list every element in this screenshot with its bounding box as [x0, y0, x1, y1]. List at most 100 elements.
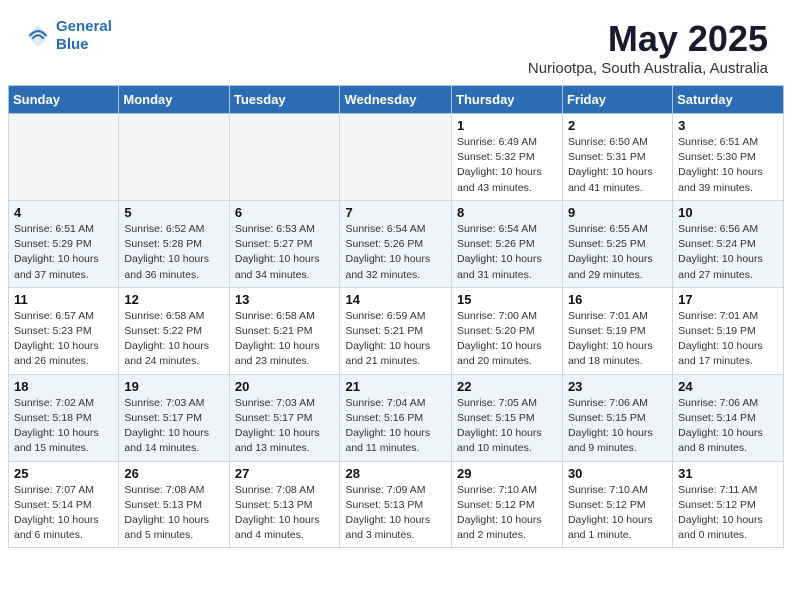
day-number: 17: [678, 292, 778, 307]
day-info: Sunrise: 7:05 AM Sunset: 5:15 PM Dayligh…: [457, 396, 557, 457]
day-info: Sunrise: 6:49 AM Sunset: 5:32 PM Dayligh…: [457, 135, 557, 196]
day-cell: 23 Sunrise: 7:06 AM Sunset: 5:15 PM Dayli…: [562, 374, 672, 461]
col-header-monday: Monday: [119, 86, 229, 114]
day-info: Sunrise: 7:08 AM Sunset: 5:13 PM Dayligh…: [124, 483, 223, 544]
day-info: Sunrise: 6:59 AM Sunset: 5:21 PM Dayligh…: [345, 309, 446, 370]
day-info: Sunrise: 7:06 AM Sunset: 5:14 PM Dayligh…: [678, 396, 778, 457]
day-number: 2: [568, 118, 667, 133]
day-cell: 9 Sunrise: 6:55 AM Sunset: 5:25 PM Daylig…: [562, 200, 672, 287]
week-row-1: 1 Sunrise: 6:49 AM Sunset: 5:32 PM Daylig…: [9, 114, 784, 201]
col-header-friday: Friday: [562, 86, 672, 114]
col-header-wednesday: Wednesday: [340, 86, 452, 114]
day-number: 8: [457, 205, 557, 220]
day-info: Sunrise: 7:01 AM Sunset: 5:19 PM Dayligh…: [678, 309, 778, 370]
day-number: 15: [457, 292, 557, 307]
day-info: Sunrise: 6:52 AM Sunset: 5:28 PM Dayligh…: [124, 222, 223, 283]
day-number: 29: [457, 466, 557, 481]
day-info: Sunrise: 6:55 AM Sunset: 5:25 PM Dayligh…: [568, 222, 667, 283]
day-cell: 22 Sunrise: 7:05 AM Sunset: 5:15 PM Dayli…: [452, 374, 563, 461]
day-info: Sunrise: 7:00 AM Sunset: 5:20 PM Dayligh…: [457, 309, 557, 370]
day-info: Sunrise: 6:53 AM Sunset: 5:27 PM Dayligh…: [235, 222, 335, 283]
day-cell: 7Sunrise: 6:54 AM Sunset: 5:26 PM Daylig…: [340, 200, 452, 287]
day-info: Sunrise: 7:10 AM Sunset: 5:12 PM Dayligh…: [568, 483, 667, 544]
day-cell: 30 Sunrise: 7:10 AM Sunset: 5:12 PM Dayli…: [562, 461, 672, 548]
day-info: Sunrise: 7:08 AM Sunset: 5:13 PM Dayligh…: [235, 483, 335, 544]
day-number: 20: [235, 379, 335, 394]
day-cell: [119, 114, 229, 201]
day-info: Sunrise: 6:58 AM Sunset: 5:22 PM Dayligh…: [124, 309, 223, 370]
col-header-sunday: Sunday: [9, 86, 119, 114]
day-cell: 20 Sunrise: 7:03 AM Sunset: 5:17 PM Dayli…: [229, 374, 340, 461]
day-number: 5: [124, 205, 223, 220]
day-number: 30: [568, 466, 667, 481]
day-info: Sunrise: 6:50 AM Sunset: 5:31 PM Dayligh…: [568, 135, 667, 196]
day-cell: 17 Sunrise: 7:01 AM Sunset: 5:19 PM Dayli…: [673, 287, 784, 374]
day-cell: 16 Sunrise: 7:01 AM Sunset: 5:19 PM Dayli…: [562, 287, 672, 374]
title-block: May 2025 Nuriootpa, South Australia, Aus…: [528, 18, 768, 77]
day-number: 22: [457, 379, 557, 394]
day-info: Sunrise: 7:03 AM Sunset: 5:17 PM Dayligh…: [235, 396, 335, 457]
day-cell: 14Sunrise: 6:59 AM Sunset: 5:21 PM Dayli…: [340, 287, 452, 374]
day-cell: 1 Sunrise: 6:49 AM Sunset: 5:32 PM Daylig…: [452, 114, 563, 201]
week-row-3: 11 Sunrise: 6:57 AM Sunset: 5:23 PM Dayli…: [9, 287, 784, 374]
day-number: 25: [14, 466, 113, 481]
day-info: Sunrise: 6:51 AM Sunset: 5:30 PM Dayligh…: [678, 135, 778, 196]
day-cell: 10 Sunrise: 6:56 AM Sunset: 5:24 PM Dayli…: [673, 200, 784, 287]
day-number: 16: [568, 292, 667, 307]
logo-icon: [24, 22, 52, 50]
calendar-table: SundayMondayTuesdayWednesdayThursdayFrid…: [8, 85, 784, 548]
day-cell: 6 Sunrise: 6:53 AM Sunset: 5:27 PM Daylig…: [229, 200, 340, 287]
day-cell: 4Sunrise: 6:51 AM Sunset: 5:29 PM Daylig…: [9, 200, 119, 287]
day-cell: 8 Sunrise: 6:54 AM Sunset: 5:26 PM Daylig…: [452, 200, 563, 287]
day-cell: 24 Sunrise: 7:06 AM Sunset: 5:14 PM Dayli…: [673, 374, 784, 461]
logo-text: General Blue: [56, 18, 112, 54]
day-info: Sunrise: 6:54 AM Sunset: 5:26 PM Dayligh…: [345, 222, 446, 283]
week-row-5: 25 Sunrise: 7:07 AM Sunset: 5:14 PM Dayli…: [9, 461, 784, 548]
day-number: 1: [457, 118, 557, 133]
day-number: 10: [678, 205, 778, 220]
day-cell: 3Sunrise: 6:51 AM Sunset: 5:30 PM Daylig…: [673, 114, 784, 201]
logo-line2: Blue: [56, 36, 89, 53]
calendar-container: SundayMondayTuesdayWednesdayThursdayFrid…: [0, 85, 792, 556]
day-cell: [9, 114, 119, 201]
day-number: 24: [678, 379, 778, 394]
week-row-2: 4Sunrise: 6:51 AM Sunset: 5:29 PM Daylig…: [9, 200, 784, 287]
day-cell: 19Sunrise: 7:03 AM Sunset: 5:17 PM Dayli…: [119, 374, 229, 461]
day-info: Sunrise: 7:06 AM Sunset: 5:15 PM Dayligh…: [568, 396, 667, 457]
day-cell: 25 Sunrise: 7:07 AM Sunset: 5:14 PM Dayli…: [9, 461, 119, 548]
day-number: 11: [14, 292, 113, 307]
day-info: Sunrise: 6:57 AM Sunset: 5:23 PM Dayligh…: [14, 309, 113, 370]
day-cell: 5 Sunrise: 6:52 AM Sunset: 5:28 PM Daylig…: [119, 200, 229, 287]
week-row-4: 18Sunrise: 7:02 AM Sunset: 5:18 PM Dayli…: [9, 374, 784, 461]
col-header-tuesday: Tuesday: [229, 86, 340, 114]
day-number: 19: [124, 379, 223, 394]
day-number: 6: [235, 205, 335, 220]
day-number: 13: [235, 292, 335, 307]
day-number: 18: [14, 379, 113, 394]
day-number: 12: [124, 292, 223, 307]
day-cell: [340, 114, 452, 201]
logo: General Blue: [24, 18, 112, 54]
day-number: 23: [568, 379, 667, 394]
day-cell: 27 Sunrise: 7:08 AM Sunset: 5:13 PM Dayli…: [229, 461, 340, 548]
day-info: Sunrise: 6:54 AM Sunset: 5:26 PM Dayligh…: [457, 222, 557, 283]
day-info: Sunrise: 6:58 AM Sunset: 5:21 PM Dayligh…: [235, 309, 335, 370]
day-cell: 31Sunrise: 7:11 AM Sunset: 5:12 PM Dayli…: [673, 461, 784, 548]
day-number: 28: [345, 466, 446, 481]
day-number: 4: [14, 205, 113, 220]
day-info: Sunrise: 7:07 AM Sunset: 5:14 PM Dayligh…: [14, 483, 113, 544]
day-cell: 11 Sunrise: 6:57 AM Sunset: 5:23 PM Dayli…: [9, 287, 119, 374]
day-cell: 28 Sunrise: 7:09 AM Sunset: 5:13 PM Dayli…: [340, 461, 452, 548]
day-number: 9: [568, 205, 667, 220]
col-header-thursday: Thursday: [452, 86, 563, 114]
day-info: Sunrise: 7:11 AM Sunset: 5:12 PM Dayligh…: [678, 483, 778, 544]
day-cell: 18Sunrise: 7:02 AM Sunset: 5:18 PM Dayli…: [9, 374, 119, 461]
day-number: 27: [235, 466, 335, 481]
day-info: Sunrise: 7:09 AM Sunset: 5:13 PM Dayligh…: [345, 483, 446, 544]
day-info: Sunrise: 6:56 AM Sunset: 5:24 PM Dayligh…: [678, 222, 778, 283]
day-number: 26: [124, 466, 223, 481]
day-cell: 12 Sunrise: 6:58 AM Sunset: 5:22 PM Dayli…: [119, 287, 229, 374]
day-number: 21: [345, 379, 446, 394]
day-cell: 15 Sunrise: 7:00 AM Sunset: 5:20 PM Dayli…: [452, 287, 563, 374]
day-info: Sunrise: 7:01 AM Sunset: 5:19 PM Dayligh…: [568, 309, 667, 370]
